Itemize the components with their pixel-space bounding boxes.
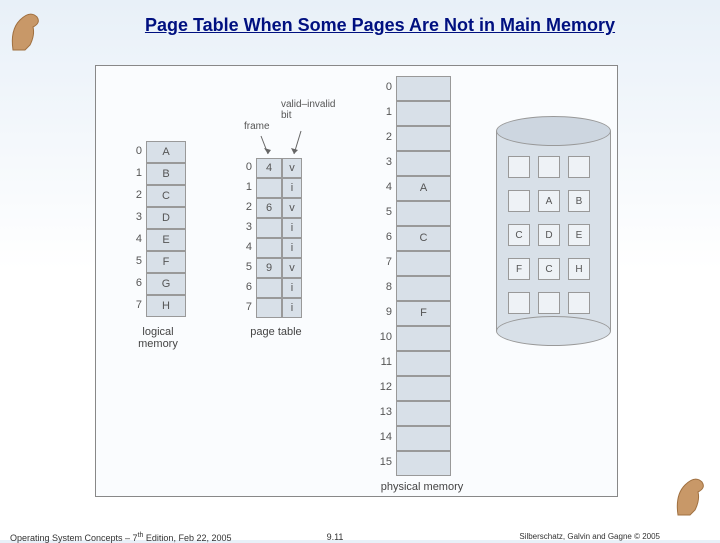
disk-slot: A — [538, 190, 560, 212]
logical-memory-label: logical memory — [128, 326, 188, 350]
phys-index: 5 — [372, 206, 392, 218]
pt-frame-cell — [256, 278, 282, 298]
phys-index: 11 — [372, 356, 392, 368]
phys-index: 4 — [372, 181, 392, 193]
pt-valid-cell: i — [282, 238, 302, 258]
logical-page-cell: B — [146, 163, 186, 185]
valid-bit-label: valid–invalid bit — [281, 99, 335, 121]
phys-frame-cell — [396, 351, 451, 376]
phys-frame-cell — [396, 151, 451, 176]
pt-frame-cell: 9 — [256, 258, 282, 278]
logical-index: 4 — [128, 233, 142, 245]
logical-page-cell: G — [146, 273, 186, 295]
phys-index: 12 — [372, 381, 392, 393]
phys-index: 3 — [372, 156, 392, 168]
logical-index: 1 — [128, 167, 142, 179]
phys-frame-cell — [396, 201, 451, 226]
pt-index: 3 — [238, 221, 252, 233]
pt-frame-cell — [256, 218, 282, 238]
phys-frame-cell — [396, 101, 451, 126]
phys-frame-cell — [396, 326, 451, 351]
pt-index: 6 — [238, 281, 252, 293]
phys-frame-cell — [396, 426, 451, 451]
disk-slot — [568, 156, 590, 178]
phys-frame-cell — [396, 451, 451, 476]
phys-index: 8 — [372, 281, 392, 293]
phys-frame-cell — [396, 401, 451, 426]
pt-valid-cell: i — [282, 298, 302, 318]
phys-frame-cell: A — [396, 176, 451, 201]
pt-valid-cell: v — [282, 198, 302, 218]
disk-slot: F — [508, 258, 530, 280]
pt-frame-cell — [256, 238, 282, 258]
physical-memory-label: physical memory — [372, 481, 472, 493]
pt-valid-cell: v — [282, 258, 302, 278]
phys-index: 2 — [372, 131, 392, 143]
pt-valid-cell: i — [282, 178, 302, 198]
phys-index: 10 — [372, 331, 392, 343]
logical-page-cell: A — [146, 141, 186, 163]
page-title: Page Table When Some Pages Are Not in Ma… — [60, 15, 700, 36]
phys-frame-cell — [396, 276, 451, 301]
disk-slot — [538, 292, 560, 314]
logical-index: 3 — [128, 211, 142, 223]
disk-slot: E — [568, 224, 590, 246]
logical-page-cell: H — [146, 295, 186, 317]
phys-frame-cell — [396, 251, 451, 276]
page-table-label: page table — [236, 326, 316, 338]
phys-index: 7 — [372, 256, 392, 268]
diagram: 0A1B2C3D4E5F6G7H logical memory 04v1i26v… — [95, 65, 618, 497]
pt-frame-cell — [256, 178, 282, 198]
disk-slot: D — [538, 224, 560, 246]
logical-page-cell: F — [146, 251, 186, 273]
disk-slot: H — [568, 258, 590, 280]
logical-page-cell: C — [146, 185, 186, 207]
phys-frame-cell — [396, 76, 451, 101]
phys-index: 0 — [372, 81, 392, 93]
dinosaur-icon — [5, 5, 45, 55]
pt-index: 0 — [238, 161, 252, 173]
logical-index: 7 — [128, 299, 142, 311]
pt-index: 7 — [238, 301, 252, 313]
arrow-icon — [256, 126, 316, 166]
phys-frame-cell: F — [396, 301, 451, 326]
phys-index: 14 — [372, 431, 392, 443]
disk-slot — [508, 190, 530, 212]
phys-index: 1 — [372, 106, 392, 118]
footer-left: Operating System Concepts – 7th Edition,… — [10, 532, 231, 543]
logical-index: 0 — [128, 145, 142, 157]
logical-index: 2 — [128, 189, 142, 201]
disk-slot: C — [508, 224, 530, 246]
disk-slot — [538, 156, 560, 178]
phys-index: 15 — [372, 456, 392, 468]
pt-frame-cell: 6 — [256, 198, 282, 218]
pt-index: 5 — [238, 261, 252, 273]
pt-frame-cell — [256, 298, 282, 318]
phys-frame-cell: C — [396, 226, 451, 251]
phys-frame-cell — [396, 376, 451, 401]
phys-index: 6 — [372, 231, 392, 243]
disk-slot: C — [538, 258, 560, 280]
logical-page-cell: D — [146, 207, 186, 229]
pt-valid-cell: i — [282, 278, 302, 298]
slide-number: 9.11 — [327, 532, 344, 542]
disk-slot — [568, 292, 590, 314]
logical-index: 5 — [128, 255, 142, 267]
logical-page-cell: E — [146, 229, 186, 251]
pt-valid-cell: i — [282, 218, 302, 238]
phys-frame-cell — [396, 126, 451, 151]
phys-index: 9 — [372, 306, 392, 318]
phys-index: 13 — [372, 406, 392, 418]
dinosaur-icon — [670, 470, 710, 520]
logical-index: 6 — [128, 277, 142, 289]
pt-index: 1 — [238, 181, 252, 193]
pt-index: 4 — [238, 241, 252, 253]
disk-slot — [508, 292, 530, 314]
pt-index: 2 — [238, 201, 252, 213]
disk-slot — [508, 156, 530, 178]
disk-slot: B — [568, 190, 590, 212]
